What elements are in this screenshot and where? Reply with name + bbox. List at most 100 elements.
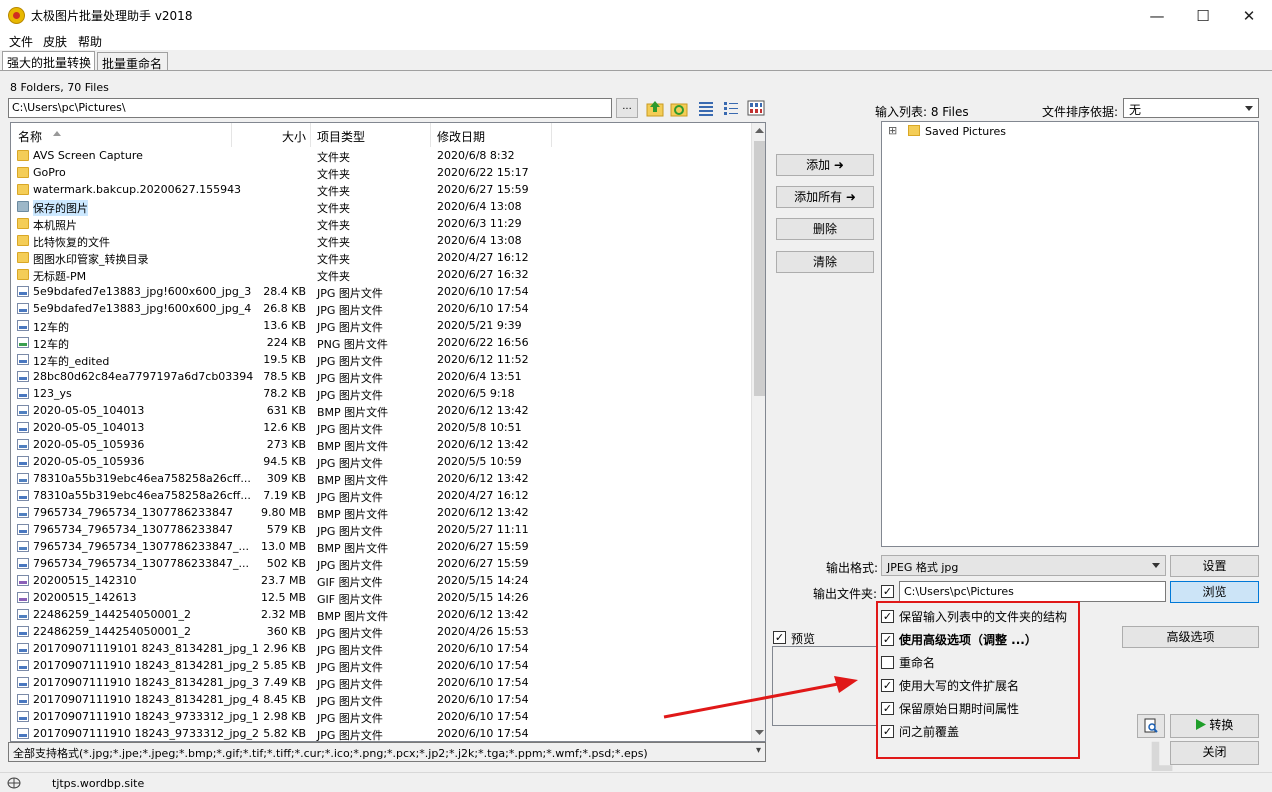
advanced-options-button[interactable]: 高级选项 [1122,626,1259,648]
cell-size: 7.19 KB [263,489,306,502]
folder-icon [17,201,29,212]
table-row[interactable]: 比特恢复的文件 文件夹 2020/6/4 13:08 [11,232,751,249]
table-row[interactable]: 7965734_7965734_1307786233847 9.80 MB BMP … [11,504,751,521]
file-list-scrollbar[interactable] [751,123,765,741]
table-row[interactable]: 保存的图片 文件夹 2020/6/4 13:08 [11,198,751,216]
input-list-tree[interactable]: ⊞ Saved Pictures [881,121,1259,547]
cell-name: 保存的图片 [33,200,88,216]
table-row[interactable]: 图图水印管家_转换目录 文件夹 2020/4/27 16:12 [11,249,751,266]
table-row[interactable]: 20200515_142613 12.5 MB GIF 图片文件 2020/5/15 … [11,589,751,606]
table-row[interactable]: 12车的_edited 19.5 KB JPG 图片文件 2020/6/12 11:5… [11,351,751,368]
table-row[interactable]: 78310a55b319ebc46ea758258a26cff... 7.19 K… [11,487,751,504]
table-row[interactable]: 7965734_7965734_1307786233847 579 KB JPG 图… [11,521,751,538]
column-type[interactable]: 项目类型 [317,128,365,145]
preview-label: 预览 [791,632,816,646]
table-row[interactable]: 78310a55b319ebc46ea758258a26cff... 309 KB… [11,470,751,487]
clear-button[interactable]: 清除 [776,251,874,273]
sort-select[interactable]: 无 [1123,98,1259,118]
close-button[interactable]: 关闭 [1170,741,1259,765]
cell-name: 5e9bdafed7e13883_jpg!600x600_jpg_3 [33,285,252,298]
preview-checkbox[interactable]: ✓ [773,631,786,644]
image-file-icon [17,575,29,586]
image-file-icon [17,456,29,467]
cell-name: 2020-05-05_105936 [33,455,145,468]
path-input[interactable]: C:\Users\pc\Pictures\ [8,98,612,118]
table-row[interactable]: 2020-05-05_105936 273 KB BMP 图片文件 2020/6/12… [11,436,751,453]
tab-batch-convert[interactable]: 强大的批量转换 [2,51,95,71]
convert-button[interactable]: 转换 [1170,714,1259,738]
menu-skin[interactable]: 皮肤 [43,33,67,50]
output-dir-checkbox[interactable]: ✓ [881,585,894,598]
refresh-icon[interactable] [670,99,688,117]
cell-type: 文件夹 [317,151,350,164]
table-row[interactable]: 20170907111910 18243_8134281_jpg_3 7.49 K… [11,674,751,691]
column-separator[interactable] [310,123,311,147]
chevron-down-icon [1152,563,1160,568]
table-row[interactable]: 20170907111910 18243_9733312_jpg_1 2.98 K… [11,708,751,725]
column-size[interactable]: 大小 [282,128,306,145]
output-format-select[interactable]: JPEG 格式 jpg [881,555,1166,576]
delete-button[interactable]: 删除 [776,218,874,240]
table-row[interactable]: 22486259_144254050001_2 2.32 MB BMP 图片文件 20… [11,606,751,623]
folder-up-icon[interactable] [646,99,664,117]
table-row[interactable]: 无标题-PM 文件夹 2020/6/27 16:32 [11,266,751,283]
output-dir-input[interactable]: C:\Users\pc\Pictures [899,581,1166,602]
scroll-down-icon[interactable] [755,730,764,735]
expand-icon[interactable]: ⊞ [888,124,897,137]
cell-name: 图图水印管家_转换目录 [33,253,149,266]
add-button[interactable]: 添加 ➜ [776,154,874,176]
details-view-icon[interactable] [697,99,715,117]
table-row[interactable]: 7965734_7965734_1307786233847_... 13.0 MB… [11,538,751,555]
close-window-button[interactable]: ✕ [1226,0,1272,31]
column-name[interactable]: 名称 [18,128,42,145]
table-row[interactable]: 2020-05-05_105936 94.5 KB JPG 图片文件 2020/5/5… [11,453,751,470]
table-row[interactable]: 20170907111910 18243_9733312_jpg_2 5.82 K… [11,725,751,741]
settings-button[interactable]: 设置 [1170,555,1259,577]
browse-path-button[interactable]: ... [616,98,638,118]
table-row[interactable]: 本机照片 文件夹 2020/6/3 11:29 [11,215,751,232]
browse-output-button[interactable]: 浏览 [1170,581,1259,603]
app-window: 太极图片批量处理助手 v2018 — ☐ ✕ 文件 皮肤 帮助 强大的批量转换 … [0,0,1272,792]
cell-type: JPG 图片文件 [317,355,383,368]
cell-size: 26.8 KB [263,302,306,315]
table-row[interactable]: 20170907111910 18243_8134281_jpg_2 5.85 K… [11,657,751,674]
table-row[interactable]: 7965734_7965734_1307786233847_... 502 KB J… [11,555,751,572]
table-row[interactable]: 28bc80d62c84ea7797197a6d7cb03394 78.5 KB J… [11,368,751,385]
add-all-button[interactable]: 添加所有 ➜ [776,186,874,208]
table-row[interactable]: 20200515_142310 23.7 MB GIF 图片文件 2020/5/15 … [11,572,751,589]
cell-name: 2020-05-05_104013 [33,421,145,434]
thumbnail-view-icon[interactable] [747,99,765,117]
table-row[interactable]: 2020-05-05_104013 631 KB BMP 图片文件 2020/6/12… [11,402,751,419]
file-filter-select[interactable]: 全部支持格式(*.jpg;*.jpe;*.jpeg;*.bmp;*.gif;*.… [8,742,766,762]
menu-help[interactable]: 帮助 [78,33,102,50]
table-row[interactable]: 201709071119101 8243_8134281_jpg_1 2.96 K… [11,640,751,657]
file-list[interactable]: 名称 大小 项目类型 修改日期 AVS Screen Capture 文件夹 202… [10,122,766,742]
scroll-up-icon[interactable] [755,128,764,133]
table-row[interactable]: 5e9bdafed7e13883_jpg!600x600_jpg_4 26.8 K… [11,300,751,317]
table-row[interactable]: 123_ys 78.2 KB JPG 图片文件 2020/6/5 9:18 [11,385,751,402]
table-row[interactable]: 12车的 224 KB PNG 图片文件 2020/6/22 16:56 [11,334,751,351]
table-row[interactable]: 12车的 13.6 KB JPG 图片文件 2020/5/21 9:39 [11,317,751,334]
column-date[interactable]: 修改日期 [437,128,485,145]
column-separator[interactable] [231,123,232,147]
cell-size: 7.49 KB [263,676,306,689]
maximize-button[interactable]: ☐ [1180,0,1226,31]
menu-file[interactable]: 文件 [9,33,33,50]
list-view-icon[interactable] [722,99,740,117]
tree-item-saved-pictures[interactable]: Saved Pictures [925,125,1006,138]
tab-batch-rename[interactable]: 批量重命名 [97,52,168,71]
table-row[interactable]: GoPro 文件夹 2020/6/22 15:17 [11,164,751,181]
cell-date: 2020/4/26 15:53 [437,625,529,638]
table-row[interactable]: watermark.bakcup.20200627.155943 文件夹 2020/… [11,181,751,198]
cell-name: 本机照片 [33,219,77,232]
table-row[interactable]: 5e9bdafed7e13883_jpg!600x600_jpg_3 28.4 K… [11,283,751,300]
table-row[interactable]: AVS Screen Capture 文件夹 2020/6/8 8:32 [11,147,751,164]
cell-size: 579 KB [266,523,306,536]
table-row[interactable]: 22486259_144254050001_2 360 KB JPG 图片文件 202… [11,623,751,640]
column-separator[interactable] [551,123,552,147]
table-row[interactable]: 20170907111910 18243_8134281_jpg_4 8.45 K… [11,691,751,708]
table-row[interactable]: 2020-05-05_104013 12.6 KB JPG 图片文件 2020/5/8… [11,419,751,436]
minimize-button[interactable]: — [1134,0,1180,31]
column-separator[interactable] [430,123,431,147]
scrollbar-thumb[interactable] [754,141,765,396]
